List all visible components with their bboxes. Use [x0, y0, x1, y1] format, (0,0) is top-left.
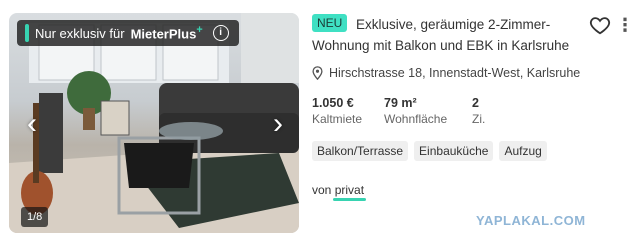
badge-accent-bar [25, 24, 29, 42]
tag-kitchen: Einbauküche [414, 141, 494, 161]
plus-icon: + [196, 24, 203, 37]
image-counter: 1/8 [21, 207, 49, 227]
next-image-button[interactable]: › [265, 109, 291, 139]
address-text: Hirschstrasse 18, Innenstadt-West, Karls… [329, 66, 581, 80]
fact-label: Zi. [472, 112, 486, 126]
feature-tags: Balkon/Terrasse Einbauküche Aufzug [312, 141, 547, 161]
badge-text: Nur exklusiv für [35, 25, 125, 41]
heart-icon[interactable] [589, 14, 611, 36]
listing-photo[interactable]: Nur exklusiv für MieterPlus+ i ‹ › 1/8 [9, 13, 299, 233]
fact-value: 79 m² [384, 96, 417, 110]
watermark: YAPLAKAL.COM [476, 213, 586, 228]
key-facts: 1.050 € Kaltmiete 79 m² Wohnfläche 2 Zi. [312, 95, 532, 127]
fact-value: 2 [472, 96, 479, 110]
new-badge: NEU [312, 14, 348, 32]
fact-area: 79 m² Wohnfläche [384, 95, 472, 127]
tag-balcony: Balkon/Terrasse [312, 141, 409, 161]
info-icon[interactable]: i [212, 25, 229, 41]
location-pin-icon [312, 66, 323, 80]
room-photo-illustration [9, 13, 299, 233]
vendor-type: privat [334, 183, 365, 197]
fact-rooms: 2 Zi. [472, 95, 532, 127]
listing-title[interactable]: Exklusive, geräumige 2-Zimmer-Wohnung mi… [312, 14, 582, 56]
fact-label: Wohnfläche [384, 112, 448, 126]
fact-rent: 1.050 € Kaltmiete [312, 95, 384, 127]
tag-elevator: Aufzug [499, 141, 547, 161]
fact-label: Kaltmiete [312, 112, 363, 126]
more-options-icon[interactable]: ⋮ [616, 14, 634, 36]
address: Hirschstrasse 18, Innenstadt-West, Karls… [312, 66, 580, 80]
listing-card[interactable]: Nur exklusiv für MieterPlus+ i ‹ › 1/8 E… [0, 0, 640, 251]
vendor-prefix: von [312, 183, 335, 197]
badge-brand: MieterPlus+ [131, 24, 203, 41]
mieterplus-badge[interactable]: Nur exklusiv für MieterPlus+ i [17, 20, 239, 46]
badge-brand-name: Mieter [130, 26, 169, 42]
fact-value: 1.050 € [312, 96, 354, 110]
vendor-line: von privat [312, 183, 364, 197]
badge-brand-suffix: Plus [168, 26, 197, 42]
prev-image-button[interactable]: ‹ [19, 109, 45, 139]
